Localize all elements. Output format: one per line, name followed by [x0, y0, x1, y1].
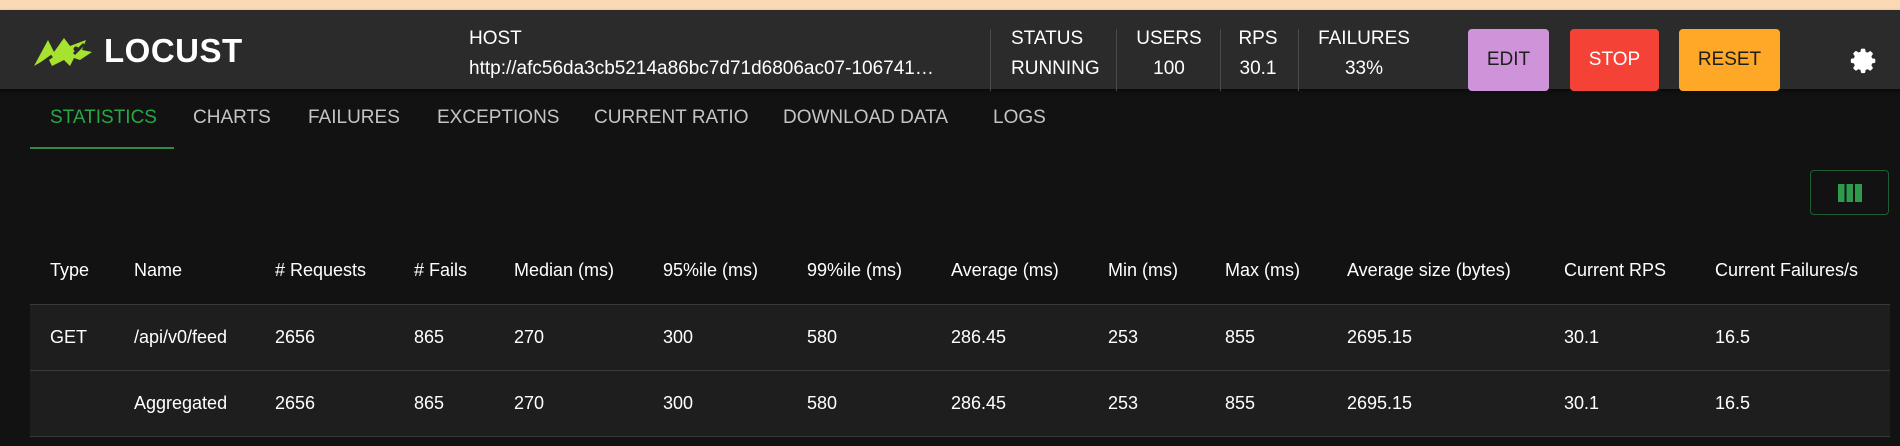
table-cell: 300 [663, 327, 694, 347]
rps-label: RPS [1238, 28, 1278, 49]
table-cell: 855 [1225, 393, 1256, 413]
table-cell: 253 [1108, 327, 1139, 347]
tab-bar: STATISTICS CHARTS FAILURES EXCEPTIONS CU… [30, 89, 1890, 151]
table-cell: 30.1 [1564, 393, 1600, 413]
table-cell: Aggregated [134, 393, 228, 413]
tab-current-ratio[interactable]: CURRENT RATIO [594, 107, 748, 129]
divider [1220, 29, 1221, 91]
failures-value: 33% [1344, 58, 1384, 79]
column-header[interactable]: 95%ile (ms) [663, 236, 758, 304]
table-cell: 30.1 [1564, 327, 1600, 347]
table-cell: 16.5 [1715, 393, 1751, 413]
table-cell: 286.45 [951, 327, 1007, 347]
table-row: GET /api/v0/feed 2656 865 270 300 580 28… [30, 305, 1890, 371]
active-tab-indicator [30, 147, 174, 149]
host-label: HOST [469, 28, 522, 49]
table-cell: 865 [414, 393, 445, 413]
status-value: RUNNING [1011, 58, 1100, 79]
table-header-row: Type Name # Requests # Fails Median (ms)… [30, 236, 1890, 305]
table-row-aggregated: Aggregated 2656 865 270 300 580 286.45 2… [30, 371, 1890, 437]
tab-exceptions[interactable]: EXCEPTIONS [437, 107, 559, 129]
locust-logo-icon [34, 38, 92, 68]
table-cell: 865 [414, 327, 445, 347]
column-header[interactable]: Type [50, 236, 89, 304]
column-header[interactable]: Min (ms) [1108, 236, 1178, 304]
table-cell: GET [50, 327, 88, 347]
column-header[interactable]: # Requests [275, 236, 366, 304]
host-stat: HOST http://afc56da3cb5214a86bc7d71d6806… [469, 24, 974, 84]
column-header[interactable]: Average size (bytes) [1347, 236, 1511, 304]
statistics-table: Type Name # Requests # Fails Median (ms)… [30, 236, 1890, 437]
stop-button[interactable]: STOP [1570, 29, 1659, 91]
logo[interactable]: LOCUST [30, 32, 243, 70]
table-cell: 270 [514, 393, 545, 413]
host-value: http://afc56da3cb5214a86bc7d71d6806ac07-… [469, 58, 934, 79]
column-header[interactable]: Average (ms) [951, 236, 1059, 304]
tab-statistics[interactable]: STATISTICS [50, 107, 157, 129]
app-header: LOCUST HOST http://afc56da3cb5214a86bc7d… [0, 10, 1900, 91]
table-cell: 2656 [275, 393, 316, 413]
divider [1116, 29, 1117, 91]
rps-stat: RPS 30.1 [1234, 24, 1282, 84]
column-header[interactable]: 99%ile (ms) [807, 236, 902, 304]
tab-logs[interactable]: LOGS [993, 107, 1046, 129]
table-cell: 580 [807, 393, 838, 413]
table-cell: 855 [1225, 327, 1256, 347]
column-header[interactable]: # Fails [414, 236, 467, 304]
reset-button[interactable]: RESET [1679, 29, 1780, 91]
table-cell: 2695.15 [1347, 393, 1413, 413]
top-accent-strip [0, 0, 1900, 10]
gear-icon[interactable] [1850, 46, 1878, 74]
users-stat: USERS 100 [1132, 24, 1206, 84]
tab-charts[interactable]: CHARTS [193, 107, 271, 129]
column-header[interactable]: Current Failures/s [1715, 236, 1858, 304]
table-cell: 580 [807, 327, 838, 347]
column-header[interactable]: Median (ms) [514, 236, 614, 304]
table-cell: 2695.15 [1347, 327, 1413, 347]
tab-download-data[interactable]: DOWNLOAD DATA [783, 107, 948, 129]
column-header[interactable]: Current RPS [1564, 236, 1666, 304]
tab-failures[interactable]: FAILURES [308, 107, 400, 129]
table-cell: /api/v0/feed [134, 327, 228, 347]
divider [990, 29, 991, 91]
failures-label: FAILURES [1318, 28, 1410, 49]
table-cell: 2656 [275, 327, 316, 347]
app-name: LOCUST [104, 32, 243, 69]
status-stat: STATUS RUNNING [1011, 24, 1111, 84]
edit-button[interactable]: EDIT [1468, 29, 1549, 91]
table-cell: 286.45 [951, 393, 1007, 413]
table-cell: 253 [1108, 393, 1139, 413]
column-header[interactable]: Max (ms) [1225, 236, 1300, 304]
status-label: STATUS [1011, 28, 1084, 49]
divider [1298, 29, 1299, 91]
users-label: USERS [1136, 28, 1202, 49]
columns-button[interactable] [1810, 170, 1889, 215]
column-header[interactable]: Name [134, 236, 182, 304]
failures-stat: FAILURES 33% [1318, 24, 1410, 84]
table-cell: 270 [514, 327, 545, 347]
rps-value: 30.1 [1239, 58, 1277, 79]
columns-icon [1837, 183, 1862, 202]
table-cell: 300 [663, 393, 694, 413]
users-value: 100 [1153, 58, 1185, 79]
table-cell: 16.5 [1715, 327, 1751, 347]
